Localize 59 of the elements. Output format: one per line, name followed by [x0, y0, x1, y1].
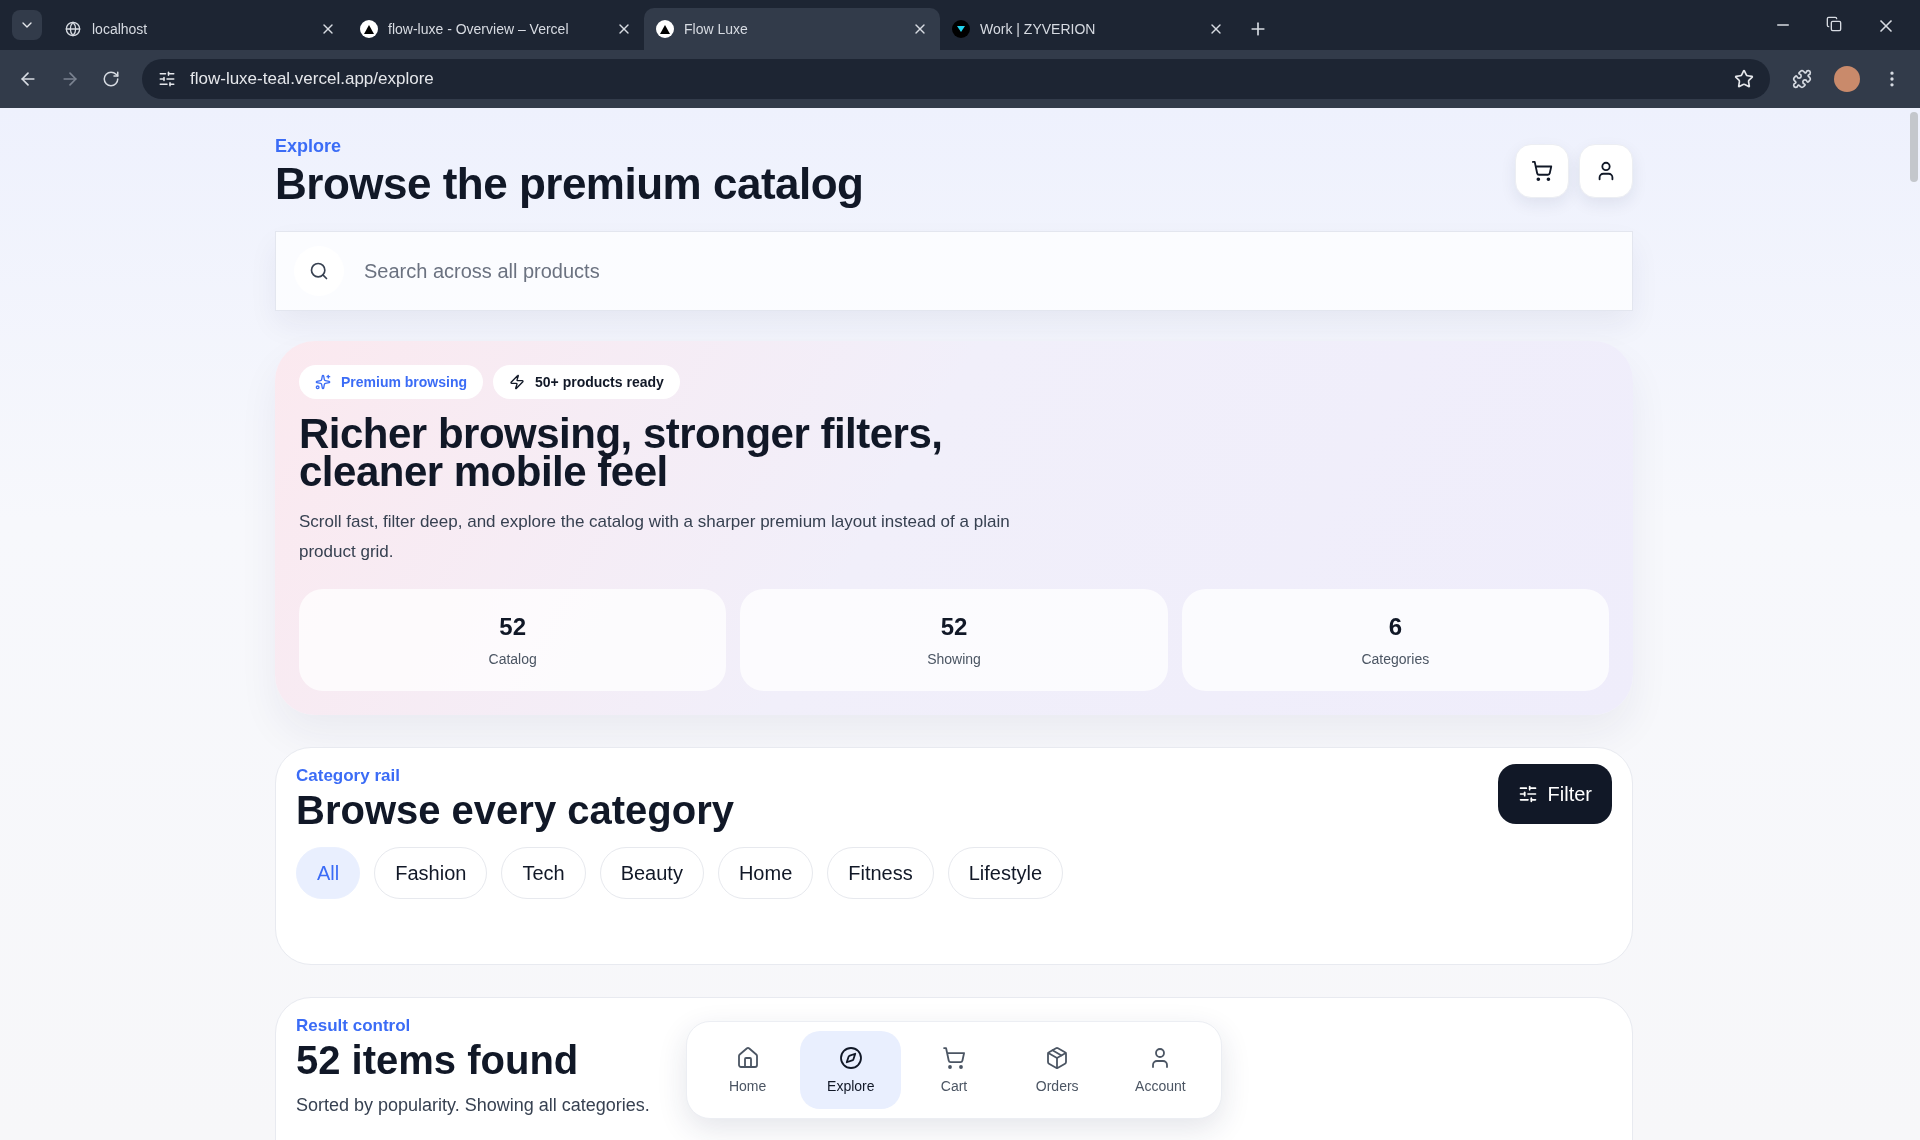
nav-item[interactable]: Orders: [1006, 1031, 1108, 1109]
cart-button[interactable]: [1515, 144, 1569, 198]
box-icon: [1045, 1046, 1070, 1070]
sparkles-icon: [315, 374, 331, 390]
category-chip[interactable]: Home: [717, 847, 814, 899]
tab-search-button[interactable]: [12, 10, 42, 40]
stat-value: 6: [1388, 613, 1402, 641]
profile-avatar[interactable]: [1834, 66, 1860, 92]
filter-button[interactable]: Filter: [1497, 764, 1612, 824]
stat-label: Showing: [927, 651, 981, 667]
category-chip[interactable]: Beauty: [599, 847, 704, 899]
lightning-icon: [509, 374, 526, 390]
browser-tab[interactable]: flow-luxe - Overview – Vercel: [348, 8, 644, 50]
home-icon: [735, 1046, 760, 1070]
search-field[interactable]: Search across all products: [275, 231, 1633, 311]
site-info-icon[interactable]: [158, 70, 176, 88]
results-summary: Sorted by popularity. Showing all categories.: [296, 1095, 650, 1116]
triangle-icon: [660, 24, 670, 34]
page-title: Browse the premium catalog: [275, 159, 864, 209]
stat-value: 52: [499, 613, 526, 641]
account-button[interactable]: [1579, 144, 1633, 198]
restore-icon[interactable]: [1826, 16, 1842, 32]
hero-title: Richer browsing, stronger filters, cleaner mobile feel: [299, 415, 944, 491]
section-eyebrow: Result control: [296, 1016, 412, 1036]
stat-label: Catalog: [488, 651, 537, 667]
scrollbar-thumb[interactable]: [1910, 112, 1918, 182]
section-title: Browse every category: [296, 788, 734, 833]
address-bar[interactable]: flow-luxe-teal.vercel.app/explore: [142, 59, 1770, 99]
hero-description: Scroll fast, filter deep, and explore the catalog with a sharper premium layout instead of a plain product grid.: [299, 511, 1011, 563]
feature-badge: Premium browsing: [299, 365, 484, 399]
feature-badge: 50+ products ready: [493, 365, 680, 399]
extensions-icon[interactable]: [1792, 69, 1812, 89]
browser-tab[interactable]: Flow Luxe: [644, 8, 940, 50]
logo-icon: [956, 24, 966, 34]
nav-item[interactable]: Account: [1109, 1031, 1211, 1109]
nav-item[interactable]: Explore: [800, 1031, 902, 1109]
category-chip[interactable]: Fashion: [374, 847, 488, 899]
nav-item[interactable]: Home: [697, 1031, 799, 1109]
section-eyebrow: Category rail: [296, 766, 401, 786]
browser-tab[interactable]: localhost: [52, 8, 348, 50]
reload-icon[interactable]: [102, 70, 120, 88]
category-chip[interactable]: Tech: [501, 847, 586, 899]
search-input[interactable]: Search across all products: [362, 258, 1614, 284]
triangle-icon: [364, 24, 374, 34]
globe-icon: [65, 21, 81, 37]
category-chip[interactable]: All: [296, 847, 361, 899]
category-chip[interactable]: Fitness: [827, 847, 934, 899]
results-title: 52 items found: [296, 1038, 579, 1083]
browser-tab[interactable]: Work | ZYVERION: [940, 8, 1236, 50]
cart-icon: [942, 1046, 966, 1070]
stat-value: 52: [940, 613, 968, 641]
section-eyebrow: Explore: [275, 136, 343, 157]
sliders-icon: [1517, 784, 1538, 804]
compass-icon: [838, 1046, 863, 1070]
cart-icon: [1531, 160, 1553, 182]
nav-item[interactable]: Cart: [903, 1031, 1005, 1109]
category-chip[interactable]: Lifestyle: [947, 847, 1064, 899]
bookmark-star-icon[interactable]: [1734, 69, 1754, 89]
stat-label: Categories: [1361, 651, 1430, 667]
